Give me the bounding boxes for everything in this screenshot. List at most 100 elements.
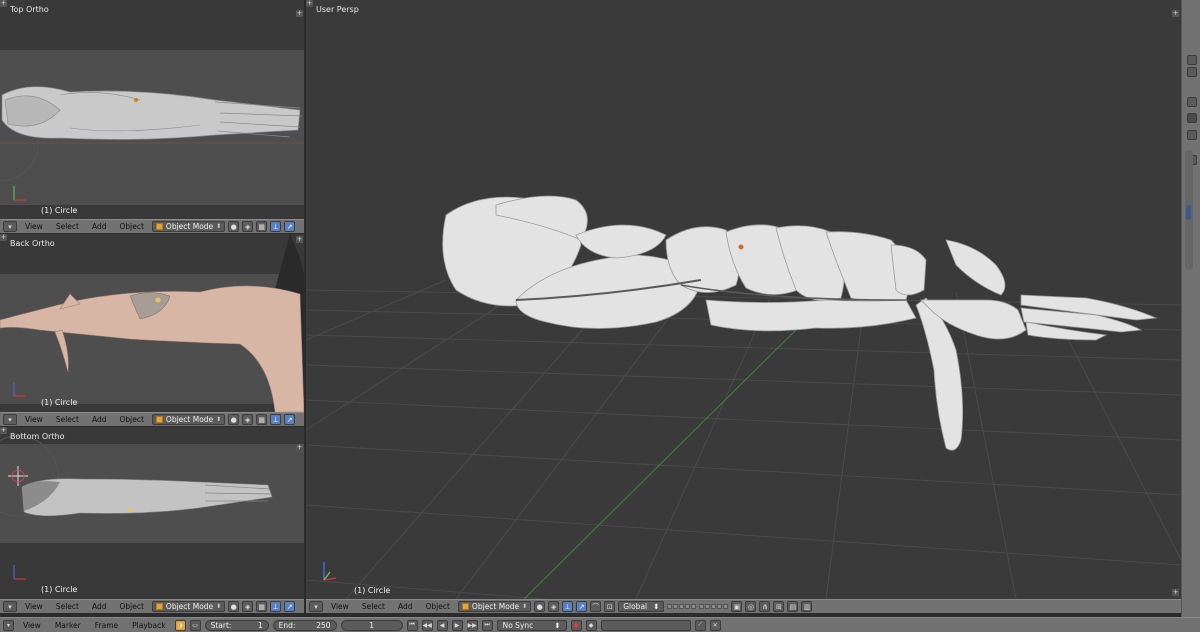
preview-range-icon[interactable]: ◑ [174,619,186,631]
viewport-back-ortho[interactable]: Back Ortho (1) Circle + + [0,234,304,412]
translate-manipulator[interactable]: ↗ [576,601,588,612]
play-icon[interactable]: ▶ [451,619,463,631]
viewport-shading-button[interactable]: ● [534,601,546,612]
menu-view[interactable]: View [326,602,354,611]
viewport-shading-button[interactable]: ● [228,601,240,612]
menu-marker[interactable]: Marker [50,621,86,630]
scale-manipulator[interactable]: ⊡ [604,601,616,612]
menu-view[interactable]: View [20,415,48,424]
menu-add[interactable]: Add [87,415,112,424]
current-frame-field[interactable]: 1 [340,619,403,631]
menu-frame[interactable]: Frame [90,621,123,630]
corner-plus-icon[interactable]: + [0,234,7,241]
back-ortho-mesh [0,234,304,412]
keying-set-field[interactable] [600,619,691,631]
translate-manipulator[interactable]: ↗ [284,601,296,612]
layers-button[interactable]: ▦ [256,414,268,425]
viewport-shading-button[interactable]: ● [228,414,240,425]
menu-select[interactable]: Select [51,602,84,611]
menu-object[interactable]: Object [114,602,148,611]
lock-icon[interactable]: ▭ [189,619,201,631]
keying-set-icon[interactable]: ◆ [585,619,597,631]
menu-add[interactable]: Add [393,602,418,611]
jump-end-icon[interactable]: ⏭ [481,619,493,631]
editor-type-button[interactable]: ▾ [3,221,17,232]
proportional-edit-icon[interactable]: ◎ [745,601,757,612]
layer-grid[interactable] [667,604,697,609]
wrench-icon[interactable] [1187,130,1197,140]
rotate-manipulator[interactable]: ⌒ [590,601,602,612]
properties-sidebar [1181,0,1200,617]
menu-object[interactable]: Object [114,222,148,231]
layer-grid-2[interactable] [699,604,729,609]
layers-button[interactable]: ▦ [256,221,268,232]
corner-plus-icon[interactable]: + [306,0,313,7]
manipulator-toggle[interactable]: ⊥ [270,221,282,232]
editor-type-button[interactable]: ▾ [3,619,14,631]
delete-keyframe-icon[interactable]: ✕ [709,619,721,631]
corner-plus-icon[interactable]: + [0,427,7,434]
editor-type-button[interactable]: ▾ [309,601,323,612]
corner-plus-icon[interactable]: + [296,236,303,243]
insert-keyframe-icon[interactable]: ⟋ [694,619,706,631]
start-frame-field[interactable]: Start: 1 [204,619,269,631]
render-icon[interactable]: ▤ [787,601,799,612]
menu-select[interactable]: Select [51,222,84,231]
viewport-title: Top Ortho [10,5,49,14]
corner-plus-icon[interactable]: + [296,444,303,451]
manipulator-toggle[interactable]: ⊥ [562,601,574,612]
mode-select[interactable]: Object Mode ⬍ [151,221,226,232]
pivot-point-button[interactable]: ◈ [242,221,254,232]
render-animation-icon[interactable]: ▥ [801,601,813,612]
translate-manipulator[interactable]: ↗ [284,221,296,232]
editor-type-button[interactable]: ▾ [3,414,17,425]
properties-icon[interactable] [1187,55,1197,65]
menu-add[interactable]: Add [87,222,112,231]
corner-plus-icon[interactable]: + [0,0,7,7]
menu-object[interactable]: Object [114,415,148,424]
menu-view[interactable]: View [18,621,46,630]
jump-start-icon[interactable]: ⏮ [406,619,418,631]
play-reverse-icon[interactable]: ◀ [436,619,448,631]
mode-select[interactable]: Object Mode ⬍ [457,601,532,612]
pivot-point-button[interactable]: ◈ [242,414,254,425]
corner-plus-icon[interactable]: + [1172,589,1179,596]
manipulator-toggle[interactable]: ⊥ [270,414,282,425]
next-keyframe-icon[interactable]: ▶▶ [466,619,478,631]
corner-plus-icon[interactable]: + [296,10,303,17]
sync-select[interactable]: No Sync ⬍ [496,619,567,631]
mode-select[interactable]: Object Mode ⬍ [151,414,226,425]
menu-view[interactable]: View [20,222,48,231]
active-object-label: (1) Circle [41,398,78,407]
layers-button[interactable]: ▦ [256,601,268,612]
corner-plus-icon[interactable]: + [1172,10,1179,17]
lock-layers-icon[interactable]: ▣ [731,601,743,612]
mode-select[interactable]: Object Mode ⬍ [151,601,226,612]
menu-add[interactable]: Add [87,602,112,611]
menu-object[interactable]: Object [420,602,454,611]
end-frame-field[interactable]: End: 250 [272,619,337,631]
translate-manipulator[interactable]: ↗ [284,414,296,425]
render-icon[interactable] [1187,113,1197,123]
viewport-top-ortho[interactable]: Top Ortho (1) Circle + + [0,0,304,219]
viewport-user-persp[interactable]: User Persp (1) Circle + + + [306,0,1181,599]
snap-element-icon[interactable]: ⊞ [773,601,785,612]
prev-keyframe-icon[interactable]: ◀◀ [421,619,433,631]
transform-orientation-select[interactable]: Global ⬍ [618,601,665,612]
pivot-point-button[interactable]: ◈ [548,601,560,612]
menu-select[interactable]: Select [357,602,390,611]
snap-icon[interactable]: ⋔ [759,601,771,612]
tool-icon[interactable] [1187,97,1197,107]
viewport-bottom-ortho[interactable]: Bottom Ortho (1) Circle + + [0,427,304,599]
menu-playback[interactable]: Playback [127,621,170,630]
pivot-point-button[interactable]: ◈ [242,601,254,612]
properties-icon[interactable] [1187,67,1197,77]
viewport-shading-button[interactable]: ● [228,221,240,232]
scrollbar-thumb[interactable] [1186,205,1191,220]
menu-view[interactable]: View [20,602,48,611]
menu-select[interactable]: Select [51,415,84,424]
viewport-title: Bottom Ortho [10,432,65,441]
record-icon[interactable]: ● [570,619,582,631]
manipulator-toggle[interactable]: ⊥ [270,601,282,612]
editor-type-button[interactable]: ▾ [3,601,17,612]
